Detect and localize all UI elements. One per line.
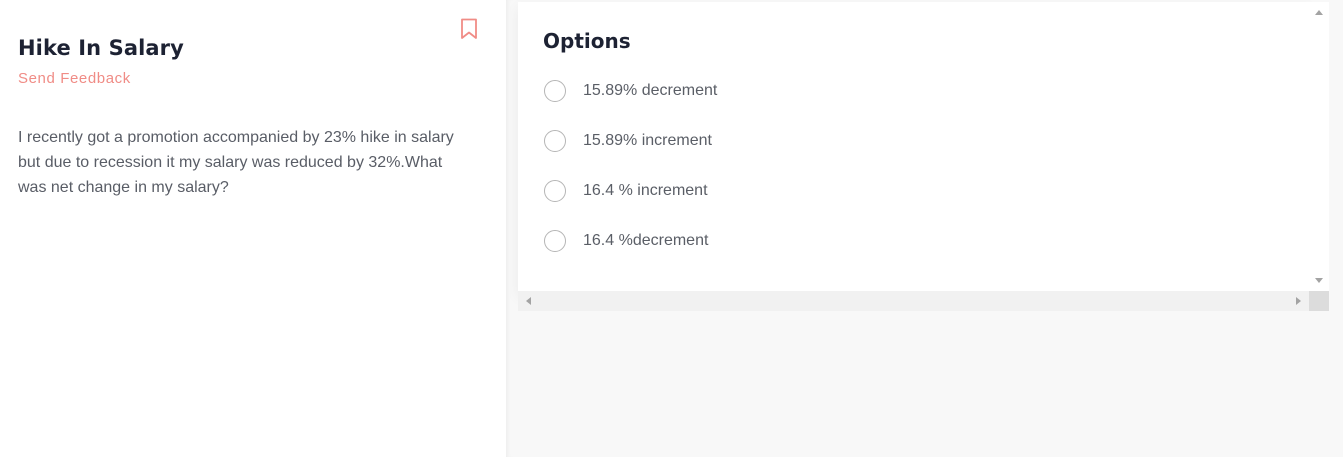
option-1[interactable]: 15.89% decrement [544, 79, 717, 103]
options-area: Options 15.89% decrement 15.89% incremen… [506, 0, 1343, 457]
question-title: Hike In Salary [18, 36, 184, 60]
options-card: Options 15.89% decrement 15.89% incremen… [518, 2, 1309, 291]
option-label: 16.4 % increment [583, 182, 708, 199]
options-heading: Options [543, 29, 631, 53]
vertical-scrollbar[interactable] [1309, 2, 1329, 291]
horizontal-scrollbar[interactable] [518, 291, 1309, 311]
bookmark-icon[interactable] [459, 18, 479, 40]
radio-button[interactable] [544, 80, 566, 102]
send-feedback-link[interactable]: Send Feedback [18, 70, 131, 87]
option-4[interactable]: 16.4 %decrement [544, 229, 708, 253]
scroll-left-arrow-icon[interactable] [526, 297, 531, 305]
scroll-up-arrow-icon[interactable] [1315, 10, 1323, 15]
option-label: 16.4 %decrement [583, 232, 709, 249]
option-3[interactable]: 16.4 % increment [544, 179, 708, 203]
radio-button[interactable] [544, 230, 566, 252]
question-text: I recently got a promotion accompanied b… [18, 129, 454, 196]
scroll-right-arrow-icon[interactable] [1296, 297, 1301, 305]
radio-button[interactable] [544, 180, 566, 202]
scrollbar-corner [1309, 291, 1329, 311]
practice-question-page: Hike In Salary Send Feedback I recently … [0, 0, 1343, 457]
option-label: 15.89% decrement [583, 82, 718, 99]
option-2[interactable]: 15.89% increment [544, 129, 712, 153]
scroll-down-arrow-icon[interactable] [1315, 278, 1323, 283]
option-label: 15.89% increment [583, 132, 712, 149]
question-panel: Hike In Salary Send Feedback I recently … [0, 0, 506, 457]
radio-button[interactable] [544, 130, 566, 152]
